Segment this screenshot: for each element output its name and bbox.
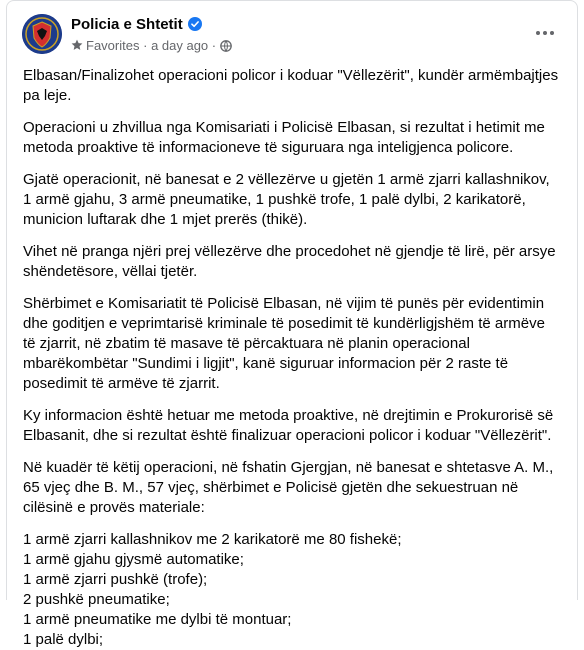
police-emblem-icon <box>22 14 62 54</box>
paragraph: Operacioni u zhvillua nga Komisariati i … <box>23 119 545 156</box>
list-item: 1 palë dylbi; <box>23 631 104 648</box>
more-options-icon[interactable] <box>530 18 560 48</box>
list-item: 1 armë zjarri kallashnikov me 2 karikato… <box>23 531 402 548</box>
seized-items-list: 1 armë zjarri kallashnikov me 2 karikato… <box>23 530 561 650</box>
paragraph: Elbasan/Finalizohet operacioni policor i… <box>23 67 559 104</box>
meta-separator: · <box>143 38 148 53</box>
avatar[interactable] <box>22 14 62 54</box>
paragraph: Ky informacion është hetuar me metoda pr… <box>23 407 554 444</box>
verified-badge-icon <box>187 17 202 35</box>
star-icon <box>71 39 83 54</box>
paragraph: Vihet në pranga njëri prej vëllezërve dh… <box>23 243 556 280</box>
list-item: 1 armë gjahu gjysmë automatike; <box>23 551 244 568</box>
globe-icon[interactable] <box>220 40 232 55</box>
audience-label[interactable]: Favorites <box>86 38 139 53</box>
paragraph: Shërbimet e Komisariatit të Policisë Elb… <box>23 295 545 392</box>
post-text: Elbasan/Finalizohet operacioni policor i… <box>23 66 561 650</box>
post-meta: Favorites · a day ago · <box>71 38 232 55</box>
page-name[interactable]: Policia e Shtetit <box>71 16 202 35</box>
post-time[interactable]: a day ago <box>151 38 208 53</box>
list-item: 1 armë pneumatike me dylbi të montuar; <box>23 611 292 628</box>
page-name-text[interactable]: Policia e Shtetit <box>71 16 183 33</box>
paragraph: Gjatë operacionit, në banesat e 2 vëllez… <box>23 171 550 228</box>
list-item: 2 pushkë pneumatike; <box>23 591 170 608</box>
list-item: 1 armë zjarri pushkë (trofe); <box>23 571 208 588</box>
paragraph: Në kuadër të këtij operacioni, në fshati… <box>23 459 554 516</box>
post-header: Policia e Shtetit Favorites · a day ago … <box>22 14 570 58</box>
meta-separator-2: · <box>211 38 217 53</box>
